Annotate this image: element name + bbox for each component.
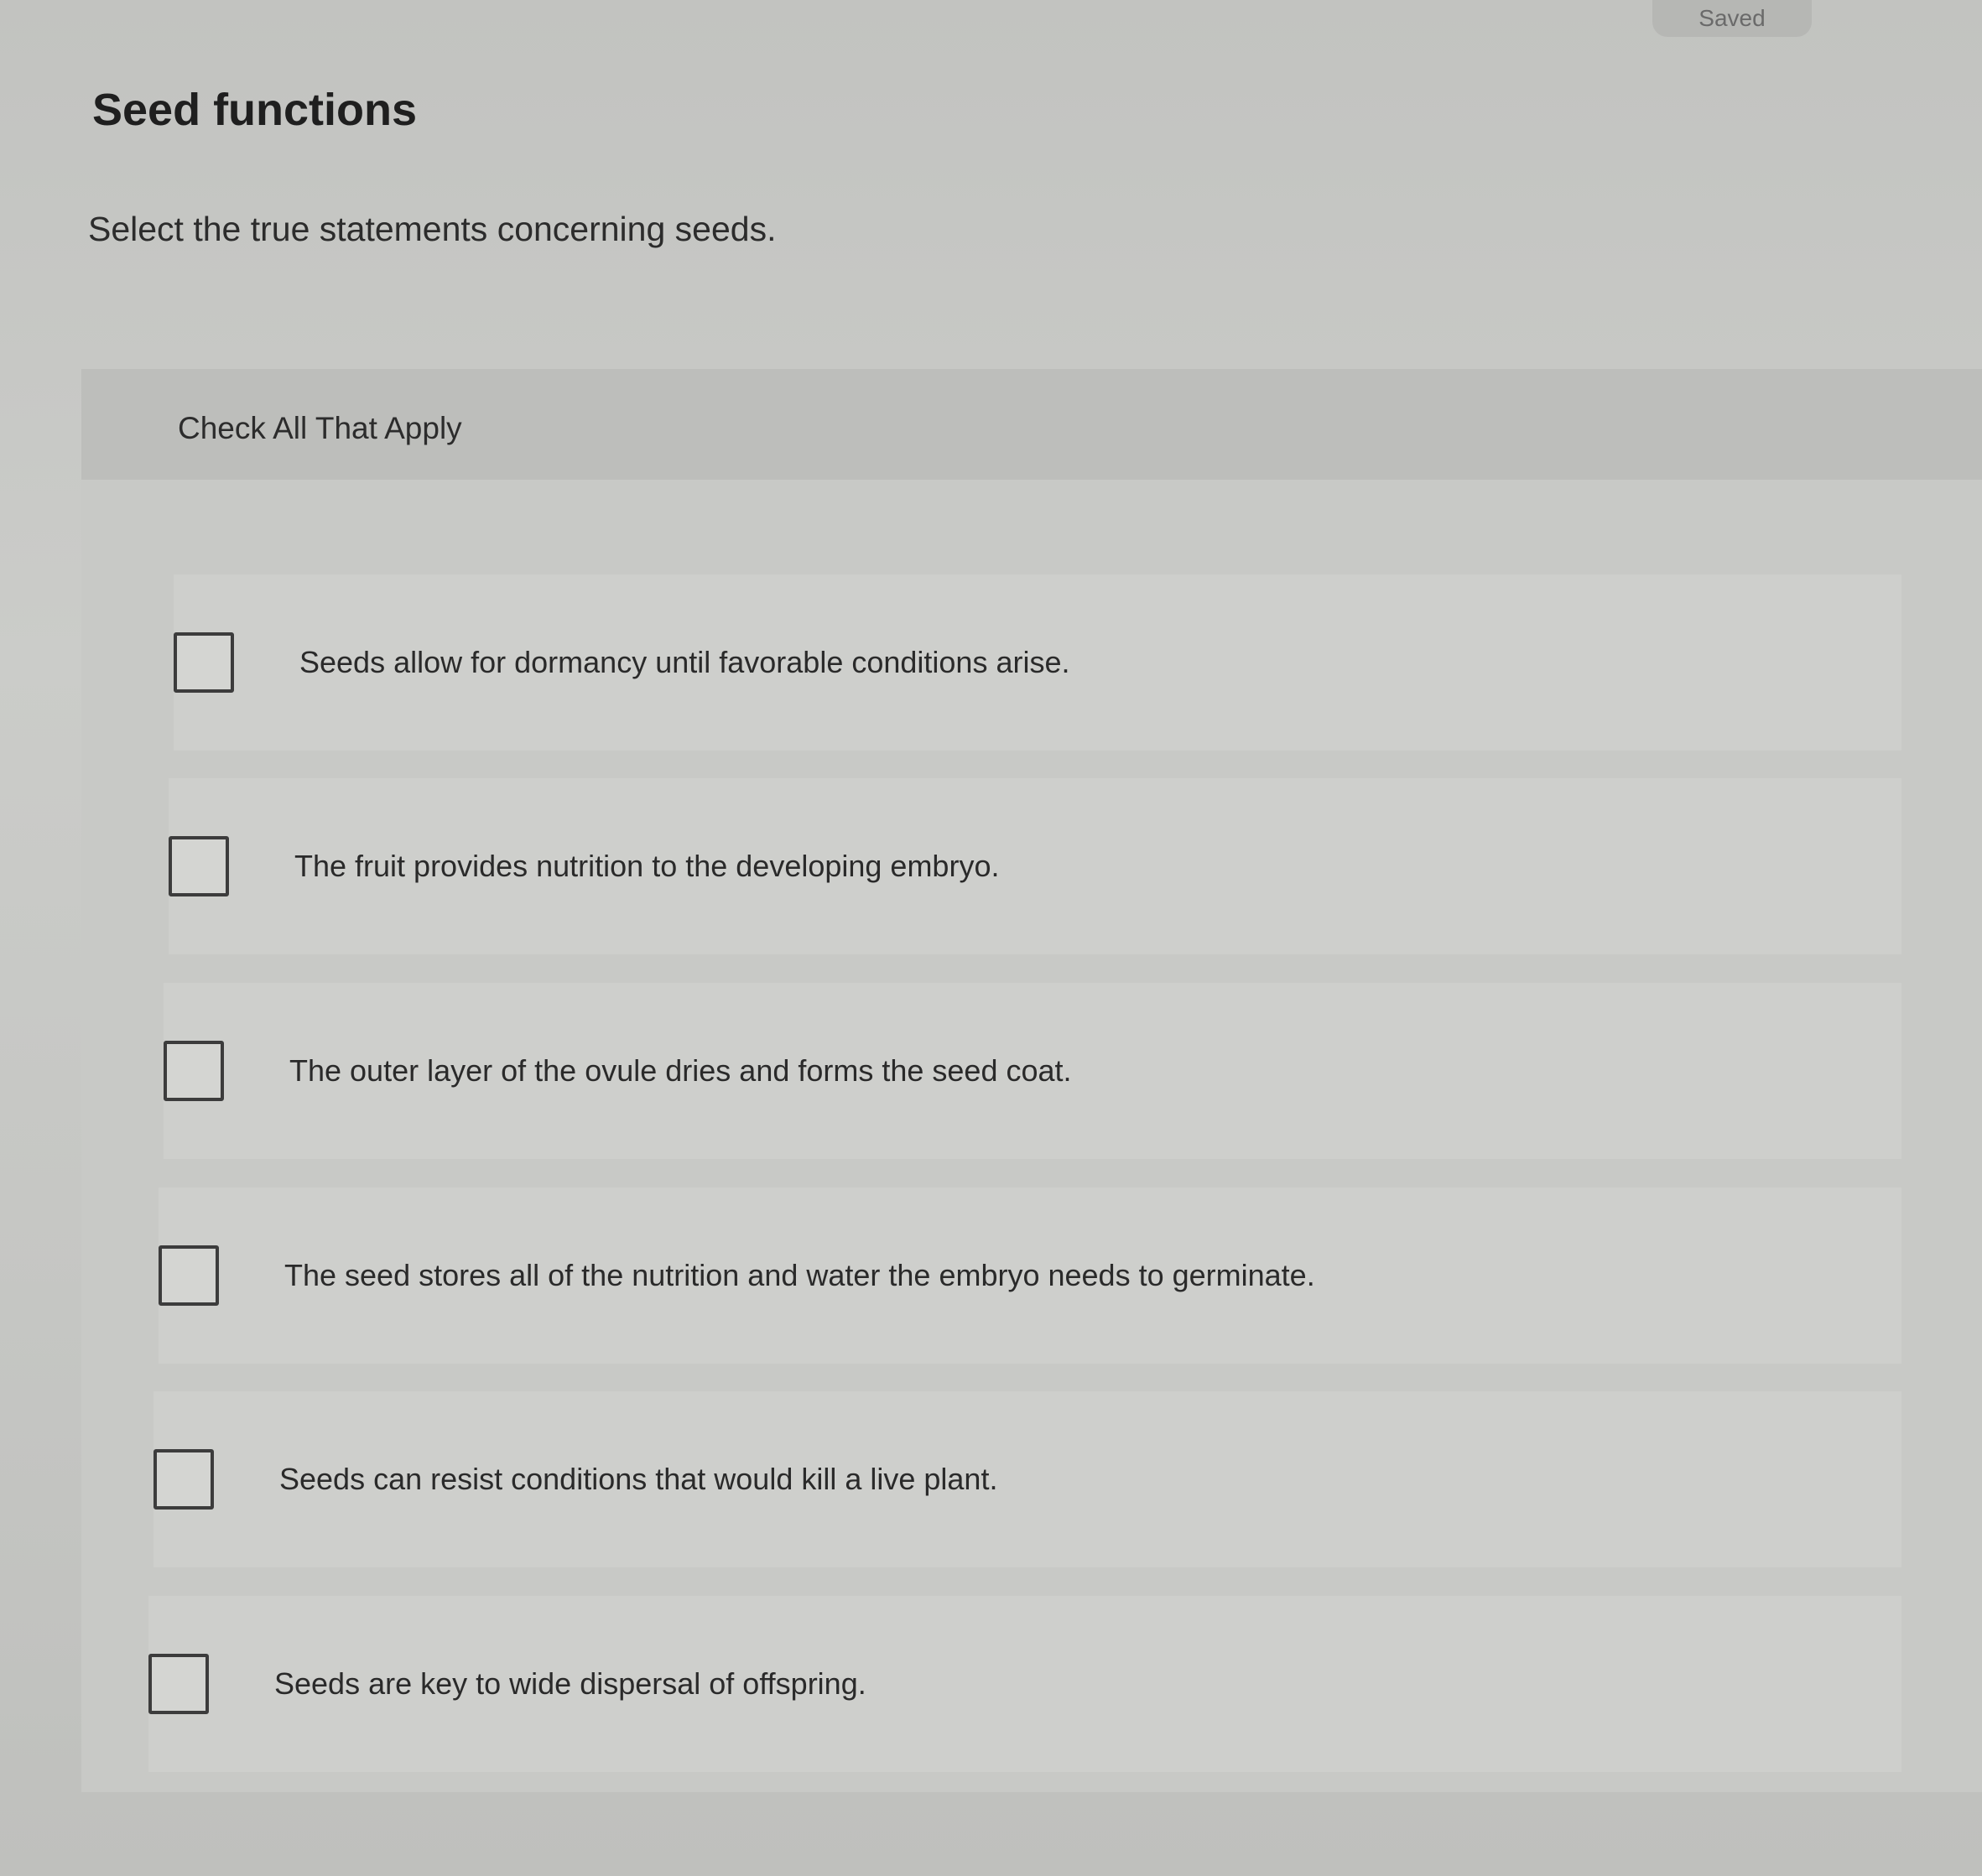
- answer-checkbox-6[interactable]: [148, 1654, 209, 1714]
- saved-status-label: Saved: [1698, 5, 1766, 31]
- answer-options-list: Seeds allow for dormancy until favorable…: [81, 369, 1982, 1792]
- answer-option-4[interactable]: The seed stores all of the nutrition and…: [159, 1187, 1901, 1364]
- answer-option-label-3: The outer layer of the ovule dries and f…: [289, 1053, 1072, 1088]
- answer-checkbox-3[interactable]: [164, 1041, 224, 1101]
- answer-option-6[interactable]: Seeds are key to wide dispersal of offsp…: [148, 1596, 1901, 1772]
- answer-checkbox-5[interactable]: [153, 1449, 214, 1510]
- answer-option-2[interactable]: The fruit provides nutrition to the deve…: [169, 778, 1901, 954]
- answer-option-5[interactable]: Seeds can resist conditions that would k…: [153, 1391, 1901, 1567]
- answer-option-label-5: Seeds can resist conditions that would k…: [279, 1462, 998, 1496]
- answer-option-label-6: Seeds are key to wide dispersal of offsp…: [274, 1666, 866, 1701]
- answer-option-label-1: Seeds allow for dormancy until favorable…: [299, 645, 1070, 679]
- question-title: Seed functions: [92, 85, 418, 135]
- answer-panel: Check All That Apply Seeds allow for dor…: [81, 369, 1982, 1792]
- answer-option-3[interactable]: The outer layer of the ovule dries and f…: [164, 983, 1901, 1159]
- answer-option-label-2: The fruit provides nutrition to the deve…: [294, 849, 1000, 883]
- answer-option-1[interactable]: Seeds allow for dormancy until favorable…: [174, 574, 1901, 751]
- answer-checkbox-1[interactable]: [174, 632, 234, 693]
- saved-status-badge: Saved: [1652, 0, 1812, 37]
- question-prompt: Select the true statements concerning se…: [88, 210, 777, 248]
- answer-checkbox-2[interactable]: [169, 836, 229, 896]
- answer-option-label-4: The seed stores all of the nutrition and…: [284, 1258, 1315, 1292]
- answer-checkbox-4[interactable]: [159, 1245, 219, 1306]
